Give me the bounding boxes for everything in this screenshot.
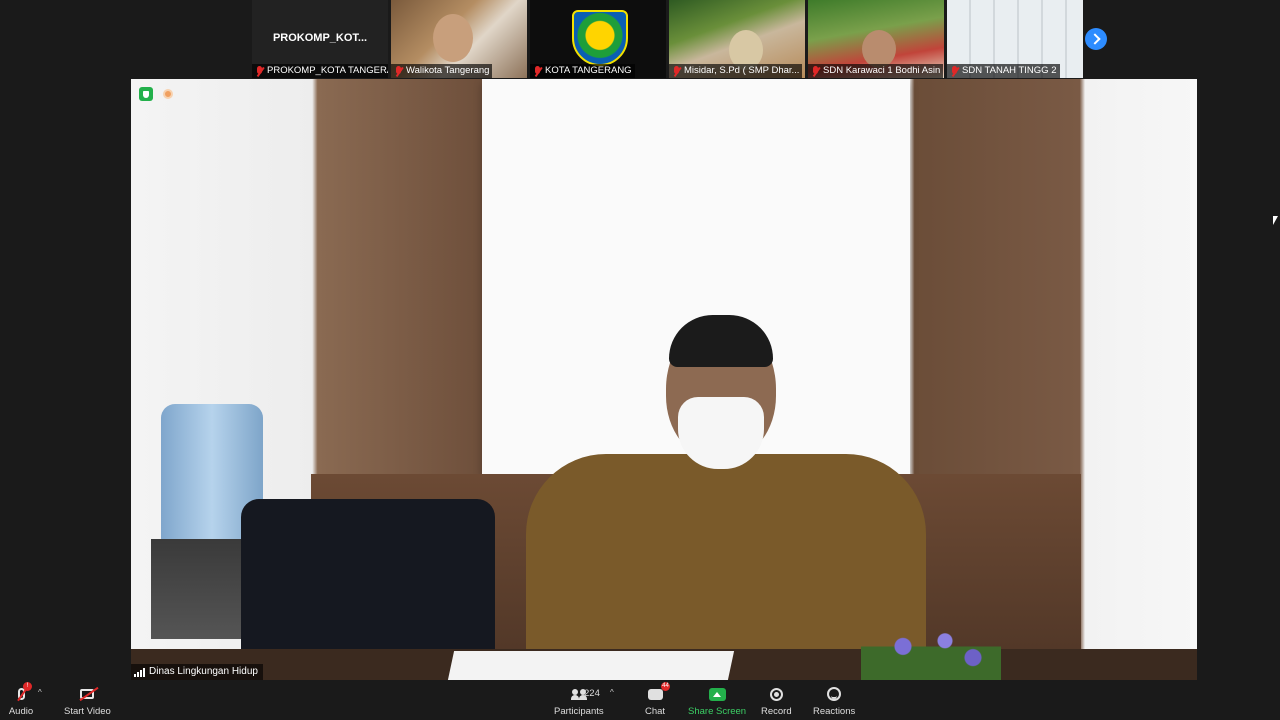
participants-options-caret-icon[interactable]: ^ xyxy=(610,688,614,697)
start-video-label: Start Video xyxy=(64,706,111,717)
city-emblem-logo xyxy=(572,10,628,66)
participant-name: PROKOMP_KOTA TANGERA... xyxy=(267,65,388,76)
record-button[interactable]: Record xyxy=(761,682,792,717)
participant-video-image xyxy=(862,30,896,68)
audio-alert-badge: ! xyxy=(23,682,32,691)
audio-options-caret-icon[interactable]: ^ xyxy=(38,688,42,697)
participant-name: Misidar, S.Pd ( SMP Dhar... xyxy=(684,65,800,76)
audio-label: Audio xyxy=(8,706,34,717)
participant-video-image xyxy=(433,14,473,62)
participants-count: 224 xyxy=(584,688,600,699)
thumbnail-name-label: Misidar, S.Pd ( SMP Dhar... xyxy=(669,64,803,78)
participants-label: Participants xyxy=(554,706,604,717)
audio-button[interactable]: ! Audio xyxy=(6,682,36,717)
share-screen-button[interactable]: Share Screen xyxy=(688,682,746,717)
thumbnail-name-label: PROKOMP_KOTA TANGERA... xyxy=(252,64,388,78)
participant-name: SDN TANAH TINGG 2 xyxy=(962,65,1057,76)
participant-thumbnail[interactable]: KOTA TANGERANG xyxy=(530,0,666,78)
chat-bubble-icon xyxy=(647,688,663,700)
participant-thumbnail[interactable]: SDN Karawaci 1 Bodhi Asin xyxy=(808,0,944,78)
participant-name: KOTA TANGERANG xyxy=(545,65,632,76)
next-page-arrow-icon[interactable] xyxy=(1085,28,1107,50)
muted-mic-icon xyxy=(672,65,681,77)
chat-button[interactable]: 44 Chat xyxy=(640,682,670,717)
recording-indicator-icon xyxy=(163,89,173,99)
video-dispenser-base xyxy=(151,539,249,639)
speaker-name: Dinas Lingkungan Hidup xyxy=(149,666,258,677)
muted-mic-icon xyxy=(394,65,403,77)
participant-thumbnail[interactable]: PROKOMP_KOT... PROKOMP_KOTA TANGERA... xyxy=(252,0,388,78)
thumbnail-title: PROKOMP_KOT... xyxy=(272,32,368,44)
chat-label: Chat xyxy=(644,706,666,717)
share-screen-label: Share Screen xyxy=(688,706,747,717)
encryption-shield-icon[interactable] xyxy=(139,87,153,101)
active-speaker-label: Dinas Lingkungan Hidup xyxy=(131,664,263,680)
participant-name: Walikota Tangerang xyxy=(406,65,490,76)
participant-thumbnail-strip: PROKOMP_KOT... PROKOMP_KOTA TANGERA... W… xyxy=(252,0,1086,78)
share-screen-icon xyxy=(708,687,726,701)
muted-mic-icon xyxy=(950,65,959,77)
record-label: Record xyxy=(761,706,792,717)
start-video-button[interactable]: Start Video xyxy=(64,682,111,717)
reactions-label: Reactions xyxy=(813,706,856,717)
participant-thumbnail[interactable]: SDN TANAH TINGG 2 xyxy=(947,0,1083,78)
thumbnail-name-label: KOTA TANGERANG xyxy=(530,64,635,78)
participants-button[interactable]: Participants 224 xyxy=(554,682,604,717)
participant-thumbnail[interactable]: Walikota Tangerang xyxy=(391,0,527,78)
meeting-controls-toolbar: ! Audio ^ Start Video Participants 224 ^… xyxy=(0,680,1280,720)
video-flowers xyxy=(861,624,1001,680)
connection-signal-icon xyxy=(134,667,145,677)
video-face-mask xyxy=(678,397,764,469)
reactions-button[interactable]: Reactions xyxy=(813,682,855,717)
video-papers xyxy=(447,651,735,680)
video-off-icon xyxy=(80,689,95,699)
muted-mic-icon xyxy=(255,65,264,77)
reactions-smiley-icon xyxy=(827,687,842,701)
thumbnail-name-label: SDN TANAH TINGG 2 xyxy=(947,64,1060,78)
participant-thumbnail[interactable]: Misidar, S.Pd ( SMP Dhar... xyxy=(669,0,805,78)
participant-name: SDN Karawaci 1 Bodhi Asin xyxy=(823,65,941,76)
muted-mic-icon xyxy=(533,65,542,77)
active-speaker-video: Dinas Lingkungan Hidup xyxy=(131,79,1197,680)
mouse-cursor-icon xyxy=(1273,216,1278,225)
muted-mic-icon xyxy=(811,65,820,77)
thumbnail-name-label: SDN Karawaci 1 Bodhi Asin xyxy=(808,64,944,78)
chat-unread-badge: 44 xyxy=(661,682,670,691)
record-icon xyxy=(769,687,783,701)
thumbnail-name-label: Walikota Tangerang xyxy=(391,64,493,78)
